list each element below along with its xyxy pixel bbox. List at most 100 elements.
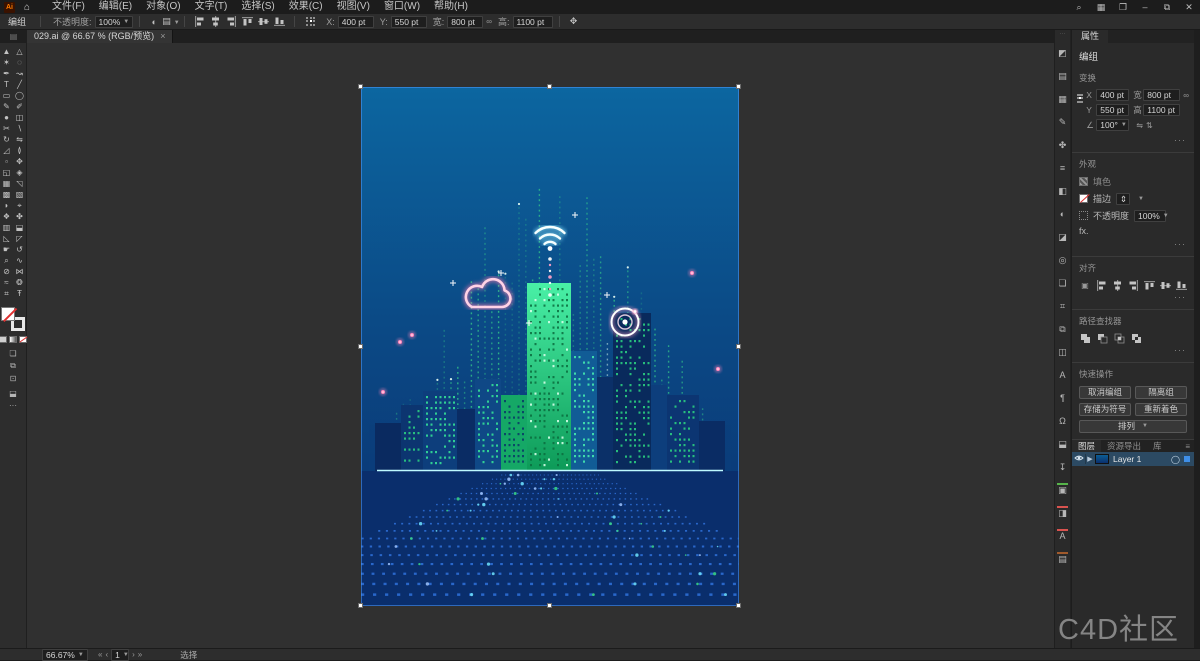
menu-window[interactable]: 窗口(W) <box>377 0 427 14</box>
align-vertical-top-icon[interactable] <box>241 16 254 27</box>
pathfinder-panel-icon[interactable]: ◫ <box>1055 345 1070 360</box>
color-guide-panel-icon[interactable]: ▤ <box>1055 69 1070 84</box>
plugin-panel-icon-2[interactable]: ◨ <box>1055 506 1070 521</box>
color-button[interactable] <box>0 336 7 343</box>
tab-close-icon[interactable]: × <box>160 30 165 43</box>
pen-tool[interactable]: ✒ <box>0 68 13 79</box>
selection-handle[interactable] <box>736 603 741 608</box>
zoom-tool[interactable]: ⌕ <box>0 255 13 266</box>
canvas[interactable] <box>27 43 1054 648</box>
intersect-icon[interactable] <box>1113 333 1126 344</box>
paragraph-panel-icon[interactable]: ¶ <box>1055 391 1070 406</box>
exclude-icon[interactable] <box>1130 333 1143 344</box>
selection-handle[interactable] <box>547 603 552 608</box>
rotate-tool[interactable]: ↻ <box>0 134 13 145</box>
constrain-proportions-icon[interactable]: ∞ <box>1183 91 1189 100</box>
graphic-styles-panel-icon[interactable]: ◎ <box>1055 253 1070 268</box>
x-field[interactable]: 400 pt <box>1096 89 1129 101</box>
mesh-tool[interactable]: ▩ <box>0 189 13 200</box>
gradient-tool[interactable]: ▧ <box>13 189 26 200</box>
lasso-tool[interactable]: ◌ <box>13 57 26 68</box>
panel-menu-icon[interactable]: ≡ <box>1185 440 1194 452</box>
arrange-documents-icon[interactable]: ❐ <box>1112 0 1134 14</box>
pathfinder-more-options[interactable]: ··· <box>1072 344 1194 357</box>
save-as-symbol-button[interactable]: 存储为符号 <box>1079 403 1131 416</box>
tab-asset-export[interactable]: 资源导出 <box>1101 440 1147 452</box>
angle-field[interactable]: 100°▼ <box>1096 119 1129 131</box>
type-tool[interactable]: T <box>0 79 13 90</box>
crop-tool[interactable]: ⌗ <box>0 288 13 299</box>
appearance-more-options[interactable]: ··· <box>1072 238 1194 251</box>
tab-libraries[interactable]: 库 <box>1147 440 1168 452</box>
menu-object[interactable]: 对象(O) <box>139 0 187 14</box>
scissors-tool[interactable]: ✂ <box>0 123 13 134</box>
flip-vertical-icon[interactable]: ⇅ <box>1146 121 1153 130</box>
align-panel-icon[interactable]: ⌗ <box>1055 299 1070 314</box>
align-horizontal-left-icon[interactable] <box>193 16 206 27</box>
column-graph-tool[interactable]: ▥ <box>0 222 13 233</box>
layer-name[interactable]: Layer 1 <box>1113 454 1141 464</box>
magic-wand-tool[interactable]: ✶ <box>0 57 13 68</box>
align-vertical-bottom-icon[interactable] <box>1175 280 1187 291</box>
menu-view[interactable]: 视图(V) <box>330 0 377 14</box>
ellipse-tool[interactable]: ◯ <box>13 90 26 101</box>
stroke-swatch-none[interactable] <box>1079 194 1088 203</box>
align-vertical-top-icon[interactable] <box>1143 280 1155 291</box>
minimize-icon[interactable]: – <box>1134 0 1156 14</box>
chevron-down-icon[interactable]: ▼ <box>1138 196 1144 202</box>
slice-selection-tool[interactable]: ◸ <box>13 233 26 244</box>
symbols-panel-icon[interactable]: ✤ <box>1055 138 1070 153</box>
path-eraser-tool[interactable]: ⊘ <box>0 266 13 277</box>
visibility-eye-icon[interactable] <box>1072 454 1086 464</box>
scale-tool[interactable]: ◿ <box>0 145 13 156</box>
gradient-button[interactable] <box>9 336 17 343</box>
reflect-tool[interactable]: ⇋ <box>13 134 26 145</box>
y-field[interactable]: 550 pt <box>1096 104 1129 116</box>
puppet-warp-tool[interactable]: ✥ <box>13 156 26 167</box>
isolate-group-button[interactable]: 隔离组 <box>1135 386 1187 399</box>
y-field[interactable]: 550 pt <box>391 16 427 28</box>
eyedropper-tool[interactable]: ◗ <box>0 200 13 211</box>
expand-chevron-icon[interactable]: ▶ <box>1086 455 1094 463</box>
restore-icon[interactable]: ⧉ <box>1156 0 1178 14</box>
tab-layers[interactable]: 图层 <box>1072 440 1101 452</box>
last-artboard-icon[interactable]: » <box>138 650 142 659</box>
opacity-field[interactable]: 100%▼ <box>1134 210 1166 222</box>
swatches-panel-icon[interactable]: ▦ <box>1055 92 1070 107</box>
width-tool[interactable]: ≬ <box>13 145 26 156</box>
twirl-tool[interactable]: ❂ <box>13 277 26 288</box>
edit-toolbar-icon[interactable]: ··· <box>9 401 17 410</box>
close-icon[interactable]: ✕ <box>1178 0 1200 14</box>
document-tab[interactable]: 029.ai @ 66.67 % (RGB/预览) × <box>27 30 173 43</box>
recolor-button[interactable]: 重新着色 <box>1135 403 1187 416</box>
plugin-panel-icon-1[interactable]: ▣ <box>1055 483 1070 498</box>
dock-grip[interactable]: ··· <box>1060 30 1066 38</box>
brushes-panel-icon[interactable]: ✎ <box>1055 115 1070 130</box>
fill-stroke-widget[interactable] <box>1 307 25 331</box>
selection-handle[interactable] <box>736 344 741 349</box>
line-segment-tool[interactable]: ╱ <box>13 79 26 90</box>
align-vertical-middle-icon[interactable] <box>257 16 270 27</box>
layer-selection-indicator[interactable] <box>1184 456 1190 462</box>
workspace-switcher-icon[interactable]: ▦ <box>1090 0 1112 14</box>
curvature-tool[interactable]: ↝ <box>13 68 26 79</box>
artboard[interactable] <box>361 87 739 606</box>
selection-handle[interactable] <box>358 84 363 89</box>
graphic-style-icon[interactable]: ▤▼ <box>162 16 178 27</box>
draw-normal-icon[interactable]: ❏ <box>9 349 16 358</box>
blend-tool[interactable]: ❖ <box>0 211 13 222</box>
slice-tool[interactable]: ◺ <box>0 233 13 244</box>
align-horizontal-right-icon[interactable] <box>225 16 238 27</box>
none-button[interactable] <box>19 336 27 343</box>
knife-tool[interactable]: ∖ <box>13 123 26 134</box>
home-icon[interactable]: ⌂ <box>19 2 35 13</box>
measure-tool[interactable]: ⌖ <box>13 200 26 211</box>
search-icon[interactable]: ⌕ <box>1068 0 1090 14</box>
align-to-selection-icon[interactable]: ▣ <box>1079 280 1091 291</box>
menu-file[interactable]: 文件(F) <box>45 0 92 14</box>
eraser-tool[interactable]: ◫ <box>13 112 26 123</box>
align-horizontal-center-icon[interactable] <box>209 16 222 27</box>
selection-handle[interactable] <box>547 84 552 89</box>
asset-export-panel-icon[interactable]: ↧ <box>1055 460 1070 475</box>
next-artboard-icon[interactable]: › <box>132 650 135 659</box>
